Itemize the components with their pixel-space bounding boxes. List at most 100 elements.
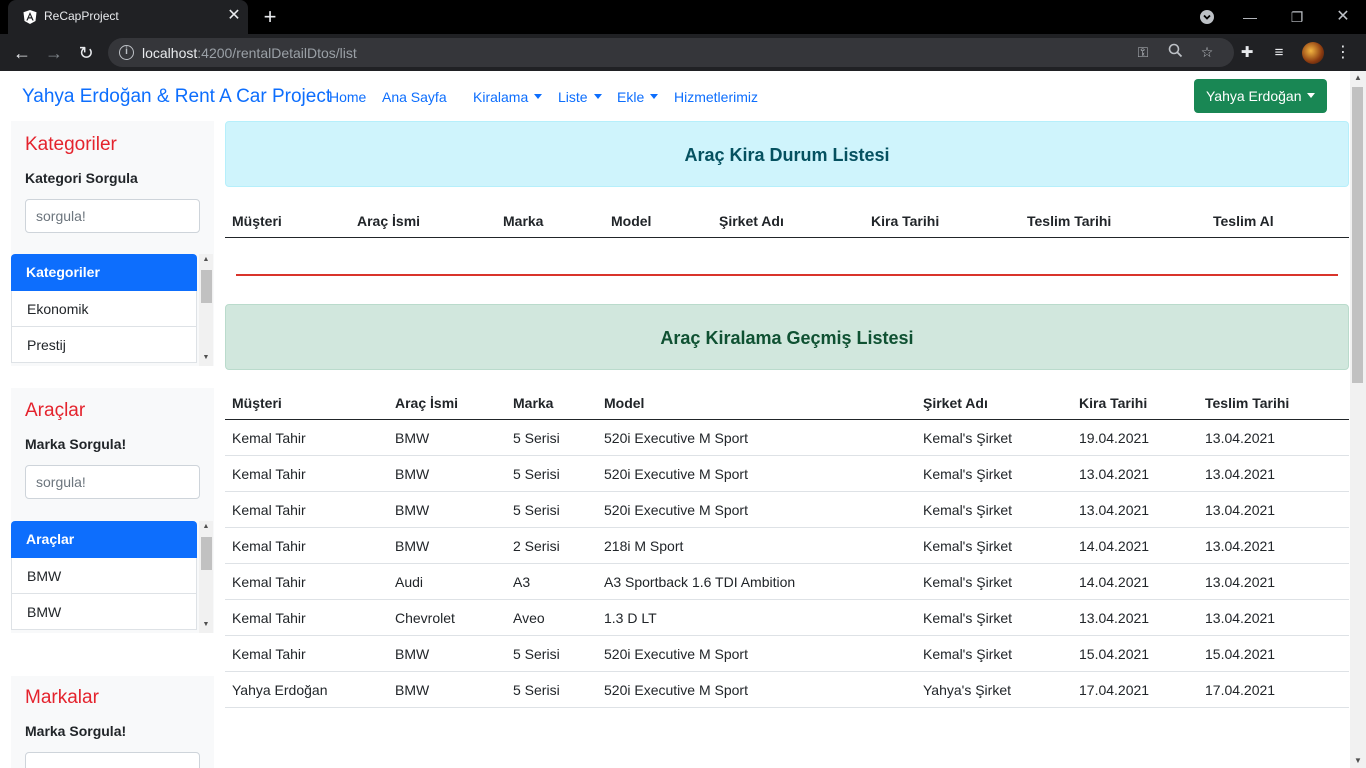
history-cell-model: 520i Executive M Sport	[604, 646, 748, 662]
category-list: Kategoriler Ekonomik Prestij ▲ ▼	[11, 254, 214, 366]
history-cell-rent-date: 17.04.2021	[1079, 682, 1150, 698]
scroll-down-icon[interactable]: ▼	[1350, 754, 1366, 768]
profile-avatar[interactable]	[1302, 42, 1324, 64]
minimize-icon[interactable]: —	[1238, 6, 1262, 28]
category-item-ekonomik[interactable]: Ekonomik	[11, 291, 197, 327]
history-cell-customer: Kemal Tahir	[232, 430, 306, 446]
reload-icon[interactable]: ↻	[75, 42, 97, 64]
history-header-return-date: Teslim Tarihi	[1205, 395, 1290, 411]
history-cell-brand: 5 Serisi	[513, 430, 560, 446]
history-cell-brand: Aveo	[513, 610, 545, 626]
user-dropdown-button[interactable]: Yahya Erdoğan	[1194, 79, 1327, 113]
history-cell-model: 520i Executive M Sport	[604, 430, 748, 446]
scroll-thumb[interactable]	[201, 537, 212, 570]
history-cell-company: Kemal's Şirket	[923, 610, 1013, 626]
history-cell-rent-date: 14.04.2021	[1079, 574, 1150, 590]
angular-icon	[23, 10, 37, 24]
status-header-car-name: Araç İsmi	[357, 213, 421, 229]
new-tab-icon[interactable]: +	[259, 5, 281, 29]
brand-search-input[interactable]	[25, 752, 200, 768]
history-cell-rent-date: 13.04.2021	[1079, 502, 1150, 518]
nav-hizmetlerimiz[interactable]: Hizmetlerimiz	[674, 89, 758, 105]
history-cell-car-name: BMW	[395, 430, 430, 446]
status-header-receive: Teslim Al	[1213, 213, 1274, 229]
table-row-divider	[225, 707, 1349, 708]
category-item-prestij[interactable]: Prestij	[11, 327, 197, 363]
scroll-down-icon[interactable]: ▼	[199, 352, 213, 364]
category-scrollbar[interactable]: ▲ ▼	[199, 254, 213, 366]
chevron-down-icon	[593, 94, 602, 99]
section-divider	[236, 274, 1338, 276]
close-tab-icon[interactable]: ✕	[226, 7, 242, 25]
history-cell-customer: Kemal Tahir	[232, 574, 306, 590]
nav-ekle-dropdown[interactable]: Ekle	[617, 89, 659, 105]
category-search-input[interactable]: sorgula!	[25, 199, 200, 233]
scroll-up-icon[interactable]: ▲	[1350, 71, 1366, 85]
history-cell-car-name: Audi	[395, 574, 424, 590]
car-item[interactable]: BMW	[11, 594, 197, 630]
bookmark-star-icon[interactable]: ☆	[1198, 43, 1216, 61]
browser-toolbar: ← → ↻ i localhost:4200/rentalDetailDtos/…	[0, 34, 1366, 71]
nav-liste-dropdown[interactable]: Liste	[558, 89, 602, 105]
history-cell-customer: Kemal Tahir	[232, 646, 306, 662]
category-list-header[interactable]: Kategoriler	[11, 254, 197, 291]
address-bar[interactable]: i localhost:4200/rentalDetailDtos/list ⚿…	[108, 38, 1234, 67]
back-icon[interactable]: ←	[11, 42, 33, 64]
history-cell-customer: Kemal Tahir	[232, 538, 306, 554]
key-icon[interactable]: ⚿	[1134, 43, 1152, 61]
history-cell-company: Kemal's Şirket	[923, 466, 1013, 482]
car-search-input[interactable]: sorgula!	[25, 465, 200, 499]
scroll-thumb[interactable]	[201, 270, 212, 303]
scroll-down-icon[interactable]: ▼	[199, 619, 213, 631]
history-cell-customer: Kemal Tahir	[232, 466, 306, 482]
categories-title: Kategoriler	[25, 134, 117, 155]
chevron-down-icon	[650, 94, 659, 99]
history-cell-car-name: BMW	[395, 502, 430, 518]
history-cell-return-date: 17.04.2021	[1205, 682, 1276, 698]
brands-title: Markalar	[25, 687, 99, 708]
tab-title: ReCapProject	[44, 9, 119, 23]
history-cell-car-name: Chevrolet	[395, 610, 455, 626]
history-cell-rent-date: 13.04.2021	[1079, 610, 1150, 626]
history-cell-car-name: BMW	[395, 646, 430, 662]
history-cell-return-date: 13.04.2021	[1205, 466, 1276, 482]
extensions-icon[interactable]: ✚	[1237, 43, 1257, 63]
close-window-icon[interactable]: ✕	[1331, 6, 1355, 28]
forward-icon[interactable]: →	[43, 42, 65, 64]
restore-icon[interactable]: ❐	[1285, 6, 1309, 28]
browser-tab-strip: ReCapProject ✕ + — ❐ ✕	[0, 0, 1366, 34]
table-row-divider	[225, 527, 1349, 528]
table-row-divider	[225, 563, 1349, 564]
nav-home[interactable]: Home	[329, 89, 366, 105]
rental-history-banner: Araç Kiralama Geçmiş Listesi	[225, 304, 1349, 370]
tab-search-icon[interactable]	[1195, 6, 1219, 28]
car-scrollbar[interactable]: ▲ ▼	[199, 521, 213, 633]
history-cell-company: Kemal's Şirket	[923, 538, 1013, 554]
scroll-thumb[interactable]	[1352, 87, 1363, 383]
scroll-up-icon[interactable]: ▲	[199, 254, 213, 266]
history-cell-customer: Kemal Tahir	[232, 610, 306, 626]
zoom-icon[interactable]	[1166, 43, 1184, 61]
browser-tab[interactable]: ReCapProject ✕	[8, 0, 248, 34]
history-cell-brand: 5 Serisi	[513, 646, 560, 662]
category-search-label: Kategori Sorgula	[25, 170, 138, 186]
car-search-label: Marka Sorgula!	[25, 436, 127, 452]
status-header-company: Şirket Adı	[719, 213, 784, 229]
history-cell-car-name: BMW	[395, 466, 430, 482]
history-cell-company: Kemal's Şirket	[923, 430, 1013, 446]
nav-ana-sayfa[interactable]: Ana Sayfa	[382, 89, 447, 105]
navbar-brand[interactable]: Yahya Erdoğan & Rent A Car Project	[22, 86, 331, 108]
media-queue-icon[interactable]: ≡	[1269, 43, 1289, 63]
nav-kiralama-dropdown[interactable]: Kiralama	[473, 89, 543, 105]
status-header-model: Model	[611, 213, 652, 229]
menu-icon[interactable]: ⋮	[1335, 42, 1351, 64]
url-text[interactable]: localhost:4200/rentalDetailDtos/list	[142, 45, 357, 61]
car-list-header[interactable]: Araçlar	[11, 521, 197, 558]
car-item[interactable]: BMW	[11, 558, 197, 594]
history-cell-return-date: 13.04.2021	[1205, 574, 1276, 590]
history-cell-model: 520i Executive M Sport	[604, 502, 748, 518]
scroll-up-icon[interactable]: ▲	[199, 521, 213, 533]
page-scrollbar[interactable]: ▲ ▼	[1350, 71, 1366, 768]
status-header-brand: Marka	[503, 213, 544, 229]
info-icon[interactable]: i	[119, 45, 134, 60]
